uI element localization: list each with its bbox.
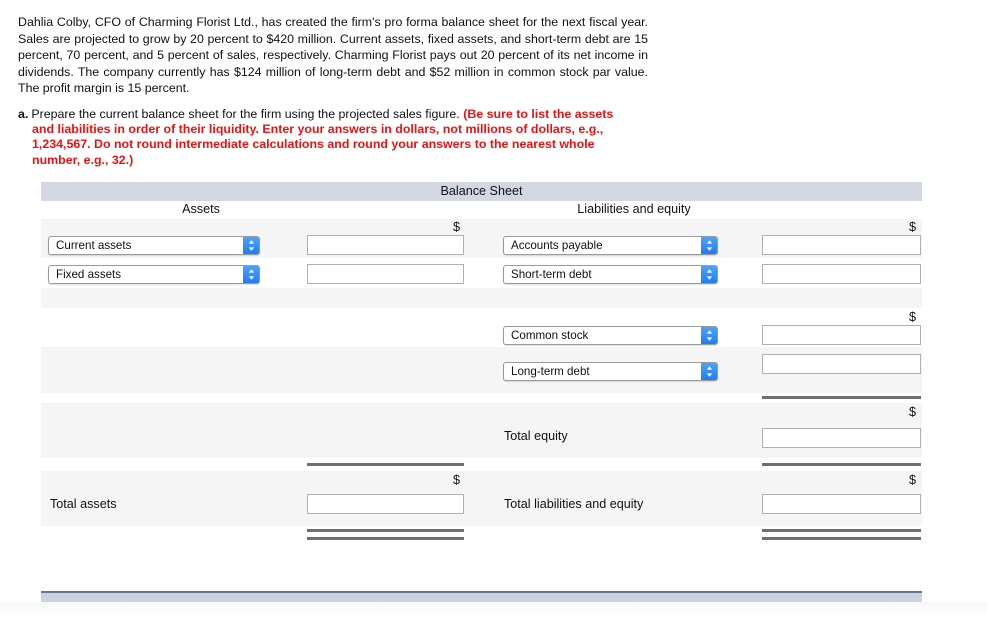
double-rule-assets-bottom [307, 537, 464, 540]
dollar-sign-total-liabilities: $ [909, 473, 917, 487]
dollar-sign-total-assets: $ [453, 473, 461, 487]
total-equity-label: Total equity [504, 429, 568, 443]
select-common-stock[interactable]: Common stock [503, 326, 718, 345]
select-long-term-debt[interactable]: Long-term debt [503, 362, 718, 381]
bottom-scroll-strip[interactable] [41, 591, 922, 602]
assets-column-header: Assets [182, 202, 220, 216]
chevron-updown-icon[interactable] [701, 363, 717, 380]
table-row: $ $ Current assets Accounts payable [41, 219, 922, 258]
select-short-term-debt-label: Short-term debt [511, 268, 592, 281]
total-liabilities-and-equity-label: Total liabilities and equity [504, 497, 644, 511]
dollar-sign-total-equity: $ [909, 405, 917, 419]
input-fixed-assets-value[interactable] [307, 264, 464, 284]
table-row: Fixed assets Short-term debt [41, 258, 922, 288]
input-common-stock-value[interactable] [762, 325, 921, 345]
input-total-equity-value[interactable] [762, 428, 921, 448]
select-common-stock-label: Common stock [511, 329, 589, 342]
double-rule-liabilities-top [762, 529, 921, 532]
input-total-liabilities-and-equity-value[interactable] [762, 494, 921, 514]
problem-statement: Dahlia Colby, CFO of Charming Florist Lt… [18, 15, 648, 96]
input-short-term-debt-value[interactable] [762, 264, 921, 284]
select-accounts-payable-label: Accounts payable [511, 239, 603, 252]
select-fixed-assets-label: Fixed assets [56, 268, 122, 281]
page-bottom-fade [0, 602, 987, 617]
dollar-sign-common-stock: $ [909, 310, 917, 324]
table-row-double-rule [41, 526, 922, 546]
select-fixed-assets[interactable]: Fixed assets [48, 265, 260, 284]
balance-sheet-title: Balance Sheet [41, 182, 922, 201]
part-prompt: Prepare the current balance sheet for th… [31, 107, 460, 121]
select-accounts-payable[interactable]: Accounts payable [503, 236, 718, 255]
total-rule-liabilities [762, 463, 921, 466]
chevron-updown-icon[interactable] [701, 237, 717, 254]
select-current-assets-label: Current assets [56, 239, 132, 252]
table-row-rule [41, 458, 922, 471]
select-short-term-debt[interactable]: Short-term debt [503, 265, 718, 284]
select-long-term-debt-label: Long-term debt [511, 365, 590, 378]
table-row: Long-term debt [41, 347, 922, 393]
input-long-term-debt-value[interactable] [762, 354, 921, 374]
total-assets-label: Total assets [50, 497, 117, 511]
dollar-sign-liabilities: $ [909, 220, 917, 234]
table-row: $ Total equity [41, 403, 922, 458]
table-row-rule [41, 393, 922, 403]
double-rule-liabilities-bottom [762, 537, 921, 540]
chevron-updown-icon[interactable] [701, 327, 717, 344]
balance-sheet-table: Balance Sheet Assets Liabilities and equ… [41, 182, 922, 546]
question-part-a: a. Prepare the current balance sheet for … [18, 107, 638, 168]
input-accounts-payable-value[interactable] [762, 235, 921, 255]
input-total-assets-value[interactable] [307, 494, 464, 514]
chevron-updown-icon[interactable] [243, 237, 259, 254]
subtotal-rule-liabilities [762, 396, 921, 399]
dollar-sign-assets: $ [453, 220, 461, 234]
total-rule-assets [307, 463, 464, 466]
chevron-updown-icon[interactable] [701, 266, 717, 283]
table-row-spacer [41, 288, 922, 308]
double-rule-assets-top [307, 529, 464, 532]
liabilities-column-header: Liabilities and equity [577, 202, 691, 216]
chevron-updown-icon[interactable] [243, 266, 259, 283]
select-current-assets[interactable]: Current assets [48, 236, 260, 255]
input-current-assets-value[interactable] [307, 235, 464, 255]
balance-sheet-column-headers: Assets Liabilities and equity [41, 201, 922, 219]
part-letter: a. [18, 107, 29, 121]
table-row: $ $ Total assets Total liabilities and e… [41, 471, 922, 526]
table-row: $ Common stock [41, 308, 922, 347]
